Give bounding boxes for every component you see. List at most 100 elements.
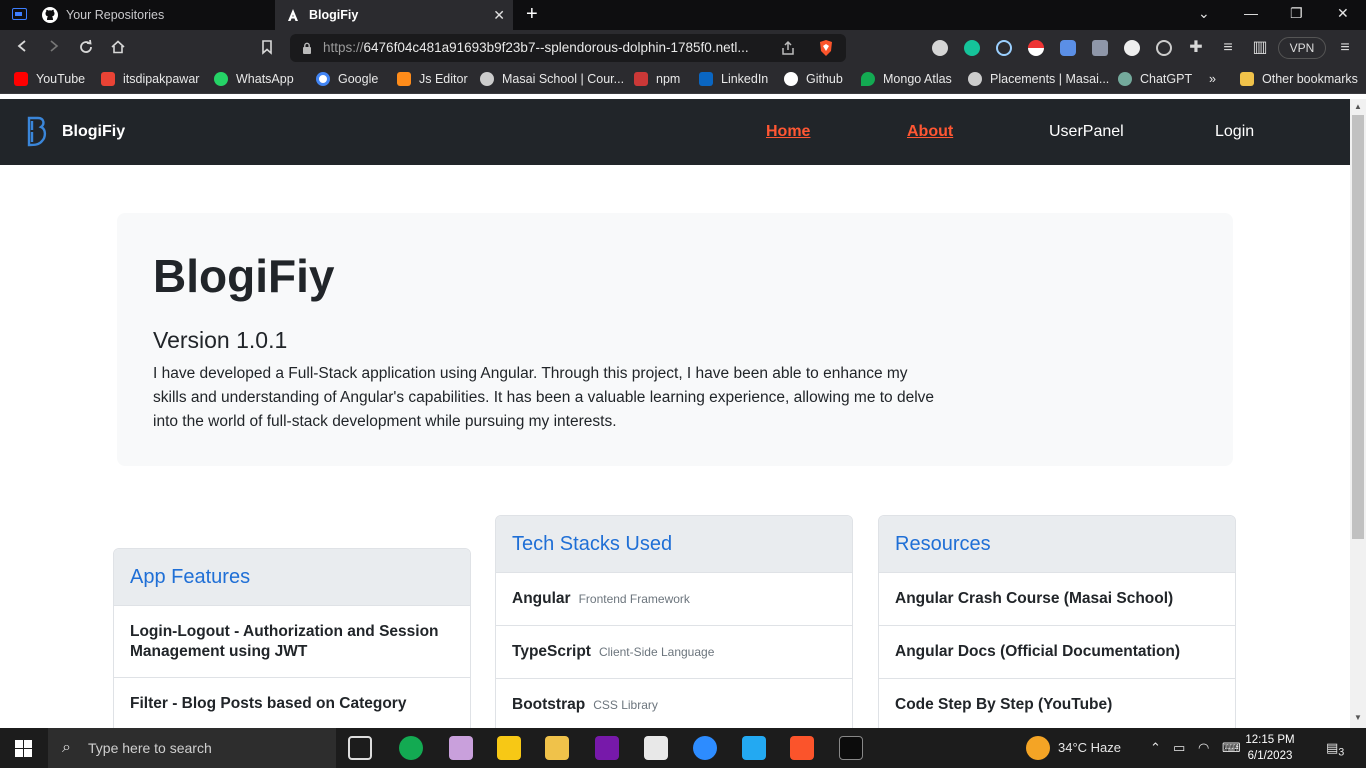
new-tab-button[interactable]: + <box>526 3 538 26</box>
tech-desc: Client-Side Language <box>598 645 715 659</box>
terminal-icon[interactable] <box>839 736 863 760</box>
window-icon[interactable] <box>12 8 27 20</box>
bookmark-label: LinkedIn <box>721 72 769 86</box>
tab-your-repositories[interactable]: Your Repositories <box>36 0 274 30</box>
scrollbar-thumb[interactable] <box>1352 115 1364 539</box>
tech-name: Angular <box>512 590 571 607</box>
resource-link[interactable]: Code Step By Step (YouTube) <box>879 679 1235 728</box>
address-bar[interactable]: https://6476f04c481a91693b9f23b7--splend… <box>290 34 846 62</box>
notifications-icon[interactable]: ▤3 <box>1326 740 1344 759</box>
bookmark-linkedin[interactable]: LinkedIn <box>699 72 768 86</box>
system-clock[interactable]: 12:15 PM 6/1/2023 <box>1244 732 1296 764</box>
extension-screen-icon[interactable] <box>1060 40 1076 56</box>
forward-icon[interactable] <box>45 39 63 57</box>
bookmark-github[interactable]: Github <box>784 72 843 86</box>
bookmark-npm[interactable]: npm <box>634 72 680 86</box>
tab-blogifiy[interactable]: BlogiFiy ✕ <box>275 0 513 30</box>
resource-text: Angular Docs (Official Documentation) <box>895 643 1181 660</box>
vpn-button[interactable]: VPN <box>1278 37 1326 59</box>
vscode-icon[interactable] <box>742 736 766 760</box>
nav-home-link[interactable]: Home <box>766 123 810 141</box>
file-explorer-icon[interactable] <box>545 736 569 760</box>
extension-circle-icon[interactable] <box>1124 40 1140 56</box>
brave-shields-icon[interactable] <box>818 39 834 62</box>
other-bookmarks[interactable]: Other bookmarks <box>1240 72 1358 86</box>
scroll-up-icon[interactable]: ▲ <box>1354 102 1362 111</box>
close-window-button[interactable]: ✕ <box>1337 5 1349 22</box>
bookmark-placements[interactable]: Placements | Masai... <box>968 72 1109 86</box>
brand-name[interactable]: BlogiFiy <box>62 123 125 141</box>
list-item: Bootstrap CSS Library <box>496 679 852 728</box>
home-icon[interactable] <box>109 39 127 57</box>
page-scrollbar[interactable]: ▲ ▼ <box>1350 99 1366 728</box>
bookmark-label: Mongo Atlas <box>883 72 952 86</box>
zoom-icon[interactable] <box>693 736 717 760</box>
weather-text[interactable]: 34°C Haze <box>1058 740 1121 755</box>
tab-title: BlogiFiy <box>309 8 359 22</box>
nav-about-link[interactable]: About <box>907 123 953 141</box>
blogifiy-logo-icon[interactable] <box>24 115 52 149</box>
bookmark-google[interactable]: Google <box>316 72 378 86</box>
restore-button[interactable]: ❐ <box>1290 5 1303 22</box>
back-icon[interactable] <box>13 39 31 57</box>
bookmarks-overflow-button[interactable]: » <box>1209 72 1216 86</box>
google-icon <box>316 72 330 86</box>
extension-target-icon[interactable] <box>1156 40 1172 56</box>
bookmark-icon[interactable] <box>258 39 276 57</box>
mongodb-compass-icon[interactable] <box>399 736 423 760</box>
brave-browser-icon[interactable] <box>790 736 814 760</box>
resource-link[interactable]: Angular Crash Course (Masai School) <box>879 573 1235 626</box>
sidebar-icon[interactable]: ▥ <box>1251 39 1269 57</box>
bookmark-whatsapp[interactable]: WhatsApp <box>214 72 294 86</box>
bookmark-label: Js Editor <box>419 72 468 86</box>
menu-icon[interactable]: ≡ <box>1336 39 1354 57</box>
gmail-icon <box>101 72 115 86</box>
close-tab-icon[interactable]: ✕ <box>493 7 505 24</box>
bookmark-youtube[interactable]: YouTube <box>14 72 85 86</box>
overflow-label: » <box>1209 72 1216 86</box>
taskbar-search[interactable]: ⌕ Type here to search <box>48 728 336 768</box>
globe-icon <box>480 72 494 86</box>
nav-userpanel-link[interactable]: UserPanel <box>1049 123 1124 141</box>
page-viewport: BlogiFiy Home About UserPanel Login Blog… <box>0 99 1350 728</box>
bookmarks-bar: YouTube itsdipakpawar WhatsApp Google Js… <box>0 66 1366 94</box>
scroll-down-icon[interactable]: ▼ <box>1354 713 1362 722</box>
windows-start-icon[interactable] <box>15 740 32 757</box>
resource-text: Angular Crash Course (Masai School) <box>895 590 1174 607</box>
paint-icon[interactable] <box>449 736 473 760</box>
list-item: TypeScript Client-Side Language <box>496 626 852 679</box>
bookmark-gmail[interactable]: itsdipakpawar <box>101 72 199 86</box>
bookmark-mongo-atlas[interactable]: Mongo Atlas <box>861 72 952 86</box>
battery-icon[interactable]: ▭ <box>1173 740 1185 756</box>
resource-link[interactable]: Angular Docs (Official Documentation) <box>879 626 1235 679</box>
pokeball-extension-icon[interactable] <box>1028 40 1044 56</box>
slack-icon[interactable] <box>644 736 668 760</box>
bookmark-chatgpt[interactable]: ChatGPT <box>1118 72 1192 86</box>
bookmark-js-editor[interactable]: Js Editor <box>397 72 468 86</box>
chatgpt-icon <box>1118 72 1132 86</box>
weather-icon[interactable] <box>1026 736 1050 760</box>
minimize-button[interactable]: — <box>1244 5 1258 21</box>
onenote-icon[interactable] <box>595 736 619 760</box>
keyboard-icon[interactable]: ⌨ <box>1222 740 1241 756</box>
extension-camera-icon[interactable] <box>932 40 948 56</box>
show-hidden-icons[interactable]: ⌃ <box>1150 740 1161 756</box>
sticky-notes-icon[interactable] <box>497 736 521 760</box>
grammarly-icon[interactable] <box>964 40 980 56</box>
card-title: Tech Stacks Used <box>496 516 852 573</box>
react-devtools-icon[interactable] <box>996 40 1012 56</box>
bookmark-masai-school[interactable]: Masai School | Cour... <box>480 72 624 86</box>
globe-icon <box>968 72 982 86</box>
task-view-icon[interactable] <box>348 736 372 760</box>
extensions-puzzle-icon[interactable]: ✚ <box>1187 39 1205 57</box>
version-label: Version 1.0.1 <box>153 327 288 353</box>
nav-login-link[interactable]: Login <box>1215 123 1254 141</box>
reload-icon[interactable] <box>77 39 95 57</box>
wifi-icon[interactable]: ◠ <box>1198 740 1209 756</box>
list-item: Login-Logout - Authorization and Session… <box>114 606 470 678</box>
tab-search-chevron-icon[interactable]: ⌄ <box>1198 5 1210 22</box>
share-icon[interactable] <box>780 40 796 61</box>
playlist-icon[interactable]: ≡ <box>1219 39 1237 57</box>
resource-text: Code Step By Step (YouTube) <box>895 696 1113 713</box>
shield-extension-icon[interactable] <box>1092 40 1108 56</box>
